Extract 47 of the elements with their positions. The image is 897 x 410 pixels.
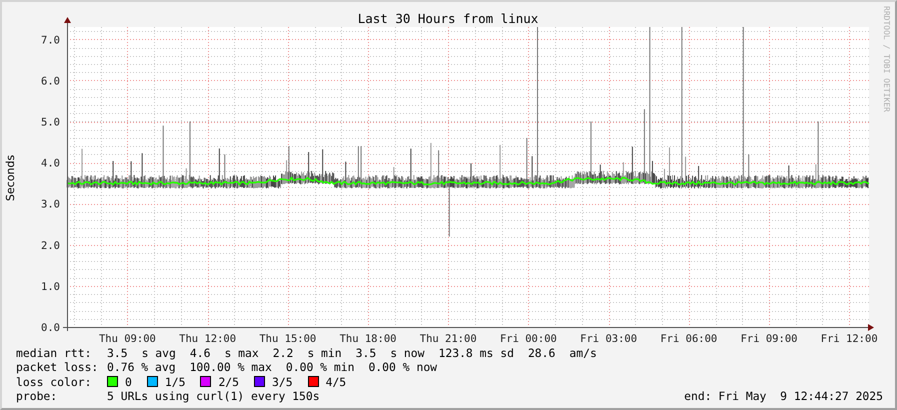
legend-label: loss color:	[16, 374, 92, 389]
y-tick-label: 3.0	[41, 198, 60, 211]
legend-label: median rtt:	[16, 346, 92, 360]
y-axis-label: Seconds	[4, 154, 17, 202]
x-tick-label: Thu 09:00	[98, 333, 156, 342]
y-tick-label: 4.0	[41, 158, 60, 170]
y-tick-label: 0.0	[41, 322, 60, 334]
legend-value: 3.5	[107, 346, 128, 360]
end-time: end: Fri May 9 12:44:27 2025	[684, 389, 883, 404]
x-tick-label: Thu 15:00	[259, 333, 316, 342]
legend-value: 2/5	[218, 374, 240, 389]
x-tick-label: Fri 03:00	[580, 333, 638, 342]
y-tick-label: 7.0	[41, 34, 60, 46]
legend-value: 28.6	[528, 346, 556, 360]
legend-value: s avg	[142, 346, 176, 360]
chart-title: Last 30 Hours from linux	[358, 11, 538, 26]
x-tick-label: Thu 12:00	[179, 333, 236, 342]
legend-value: 0.00 % min	[286, 360, 354, 374]
legend-value: 0	[125, 374, 132, 389]
legend-label: probe:	[16, 389, 58, 404]
credit-text: RRDTOOL / TOBI OETIKER	[882, 6, 891, 112]
y-tick-label: 1.0	[41, 280, 60, 293]
x-tick-label: Thu 21:00	[420, 333, 477, 342]
legend-value: 3/5	[272, 374, 293, 389]
legend-value: 4/5	[326, 374, 346, 389]
x-tick-label: Thu 18:00	[340, 333, 396, 342]
y-tick-label: 6.0	[41, 75, 60, 88]
legend-value: 0.76 % avg	[107, 360, 176, 374]
legend-value: 0.00 % now	[368, 360, 438, 374]
y-tick-label: 5.0	[41, 116, 60, 128]
x-tick-label: Fri 09:00	[740, 333, 798, 342]
legend-value: s max	[224, 346, 259, 360]
x-tick-label: Fri 00:00	[500, 333, 557, 342]
legend-value: 2.2	[272, 346, 294, 360]
legend-value: 100.00 % max	[190, 360, 272, 374]
legend-value: 1/5	[164, 374, 186, 389]
legend-value: s now	[390, 346, 424, 360]
legend-value: 3.5	[356, 346, 376, 360]
legend-value: s min	[307, 346, 342, 360]
x-tick-label: Fri 06:00	[660, 333, 718, 342]
legend-value: 123.8 ms sd	[438, 346, 514, 360]
legend-value: 4.6	[190, 346, 210, 360]
probe-text: 5 URLs using curl(1) every 150s	[107, 389, 320, 404]
x-tick-label: Fri 12:00	[820, 333, 878, 342]
legend-label: packet loss:	[16, 360, 100, 374]
y-tick-label: 2.0	[41, 240, 60, 252]
legend-value: am/s	[569, 346, 597, 360]
